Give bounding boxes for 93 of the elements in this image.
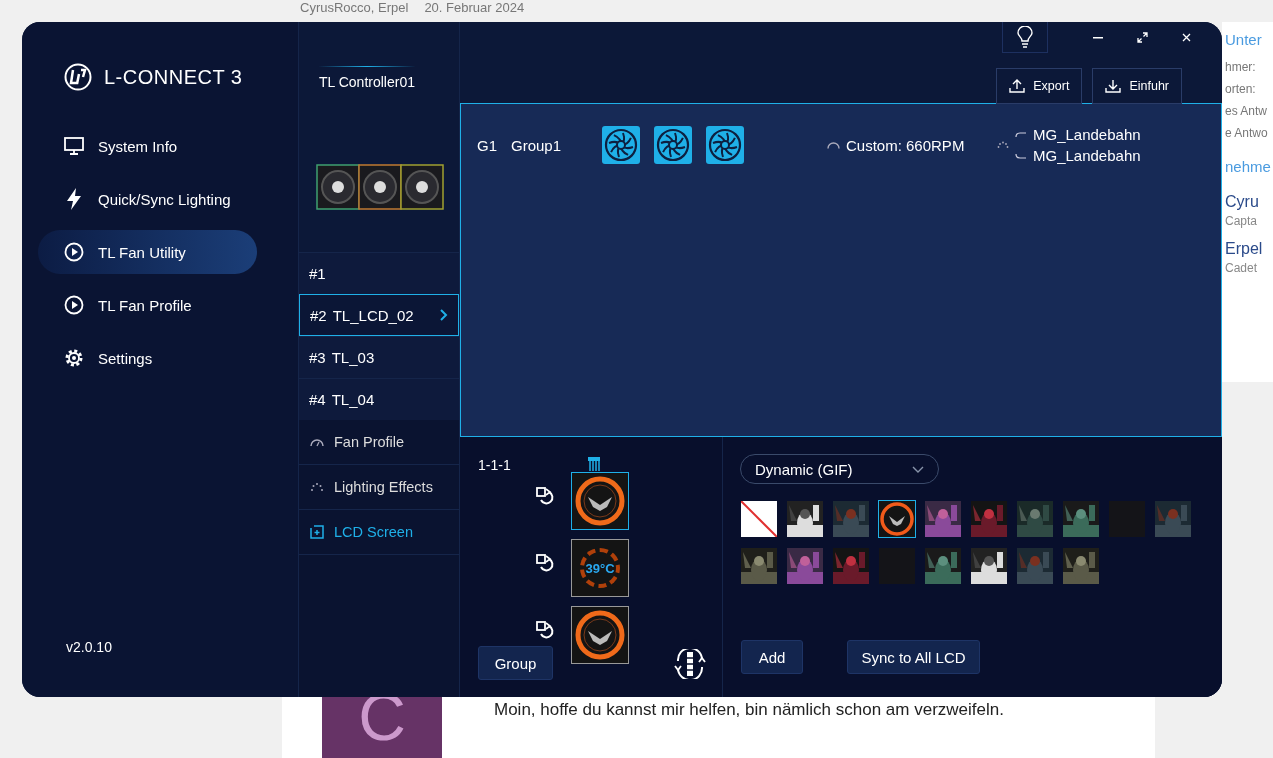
nav-item[interactable]: TL Fan Profile	[38, 283, 257, 327]
version-text: v2.0.10	[66, 639, 113, 655]
thumbnail[interactable]	[832, 547, 870, 585]
gauge-icon	[827, 141, 840, 149]
lcd-preview[interactable]	[571, 472, 629, 530]
chevron-down-icon	[912, 465, 924, 473]
thumbnail[interactable]	[878, 500, 916, 538]
settings-icon	[64, 348, 84, 368]
info-text: e Antwo	[1225, 127, 1269, 139]
section-heading: nehme	[1225, 159, 1272, 174]
port-label: 1-1-1	[478, 457, 511, 473]
play-circle-icon	[64, 295, 84, 315]
thumbnail[interactable]	[970, 547, 1008, 585]
info-text: orten:	[1225, 83, 1257, 95]
thumbnail[interactable]	[740, 500, 778, 538]
info-text: es Antw	[1225, 105, 1269, 117]
nav-item[interactable]: Settings	[38, 336, 257, 380]
thumbnail[interactable]	[1016, 500, 1054, 538]
screen-icon	[310, 525, 324, 539]
controller-tab[interactable]: TL Controller01	[319, 66, 415, 90]
section-tab[interactable]: Fan Profile	[299, 420, 459, 465]
thumbnail[interactable]	[1154, 500, 1192, 538]
lcd-preview[interactable]	[571, 606, 629, 664]
lighting-effect-text: MG_Landebahn	[1033, 126, 1141, 143]
sparkle-icon	[997, 141, 1009, 149]
fan-icon[interactable]	[706, 126, 744, 164]
logo-icon	[64, 63, 92, 91]
speed-text: Custom: 660RPM	[846, 136, 965, 154]
connector-icon	[588, 457, 600, 471]
bracket-icon	[1015, 131, 1027, 138]
fan-list-item[interactable]: #3 TL_03	[299, 336, 459, 378]
lightbulb-button[interactable]	[1002, 22, 1048, 53]
section-tab[interactable]: Lighting Effects	[299, 465, 459, 510]
emblem-drawing	[574, 475, 626, 527]
minimize-icon[interactable]	[1093, 36, 1103, 39]
group-name: Group1	[511, 136, 563, 154]
lcd-preview[interactable]: 39°C	[571, 539, 629, 597]
user-link[interactable]: Cyru	[1225, 194, 1273, 210]
rotate-icon[interactable]	[536, 621, 556, 641]
fan-list-item[interactable]: #2 TL_LCD_02	[299, 294, 459, 336]
fan-icon[interactable]	[654, 126, 692, 164]
nav-item[interactable]: System Info	[38, 124, 257, 168]
section-tab[interactable]: LCD Screen	[299, 510, 459, 555]
thumbnail[interactable]	[1062, 547, 1100, 585]
section-heading: Unter	[1225, 32, 1263, 47]
thumbnail[interactable]	[1016, 547, 1054, 585]
rotate-icon[interactable]	[536, 554, 556, 574]
upload-icon	[1009, 79, 1026, 93]
thumbnail[interactable]	[832, 500, 870, 538]
nav-item[interactable]: Quick/Sync Lighting	[38, 177, 257, 221]
lightning-icon	[64, 188, 84, 210]
close-icon[interactable]	[1182, 33, 1191, 42]
thumbnail[interactable]	[786, 500, 824, 538]
fan-icon[interactable]	[602, 126, 640, 164]
add-button[interactable]: Add	[741, 640, 803, 674]
rotate-all-icon[interactable]	[674, 649, 706, 679]
maximize-icon[interactable]	[1137, 32, 1148, 43]
thumbnail[interactable]	[1062, 500, 1100, 538]
post-text: Moin, hoffe du kannst mir helfen, bin nämlich schon am verzweifeln.	[494, 700, 1004, 721]
gauge-icon	[310, 437, 324, 447]
thumbnail[interactable]	[786, 547, 824, 585]
fan-list-item[interactable]: #1	[299, 252, 459, 294]
sync-button[interactable]: Sync to All LCD	[847, 640, 980, 674]
chevron-right-icon	[440, 309, 448, 321]
lightbulb-icon	[1017, 26, 1033, 48]
emblem-drawing	[574, 609, 626, 661]
thumbnail[interactable]	[924, 500, 962, 538]
monitor-icon	[64, 137, 84, 155]
meta-text: CyrusRocco, Erpel	[300, 0, 409, 15]
group-id: G1	[477, 136, 498, 154]
bracket-icon	[1015, 152, 1027, 159]
download-icon	[1105, 79, 1122, 93]
temperature-reading: 39°C	[580, 548, 620, 588]
import-button[interactable]: Einfuhr	[1092, 68, 1182, 104]
lighting-effect-text: MG_Landebahn	[1033, 147, 1141, 164]
meta-text: 20. Februar 2024	[424, 0, 525, 15]
info-text: Capta	[1225, 215, 1259, 227]
thumbnail[interactable]	[924, 547, 962, 585]
no-image-icon	[741, 501, 777, 537]
sparkle-icon	[310, 482, 324, 492]
info-text: Cadet	[1225, 262, 1259, 274]
thumbnail[interactable]	[970, 500, 1008, 538]
app-title: L-CONNECT 3	[104, 65, 243, 89]
group-button[interactable]: Group	[478, 646, 553, 680]
info-text: hmer:	[1225, 61, 1257, 73]
nav-item[interactable]: TL Fan Utility	[38, 230, 257, 274]
user-link[interactable]: Erpel	[1225, 241, 1273, 257]
play-circle-icon	[64, 242, 84, 262]
export-button[interactable]: Export	[996, 68, 1083, 104]
fan-list-item[interactable]: #4 TL_04	[299, 378, 459, 420]
emblem-drawing	[879, 501, 915, 537]
rotate-icon[interactable]	[536, 487, 556, 507]
thumbnail[interactable]	[740, 547, 778, 585]
